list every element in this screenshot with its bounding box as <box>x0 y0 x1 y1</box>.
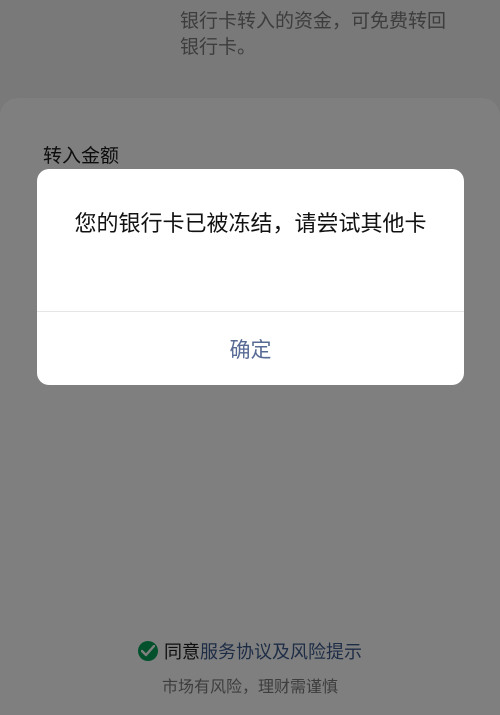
alert-dialog: 您的银行卡已被冻结，请尝试其他卡 确定 <box>37 169 464 385</box>
confirm-button[interactable]: 确定 <box>37 312 464 385</box>
dialog-message: 您的银行卡已被冻结，请尝试其他卡 <box>74 212 427 237</box>
